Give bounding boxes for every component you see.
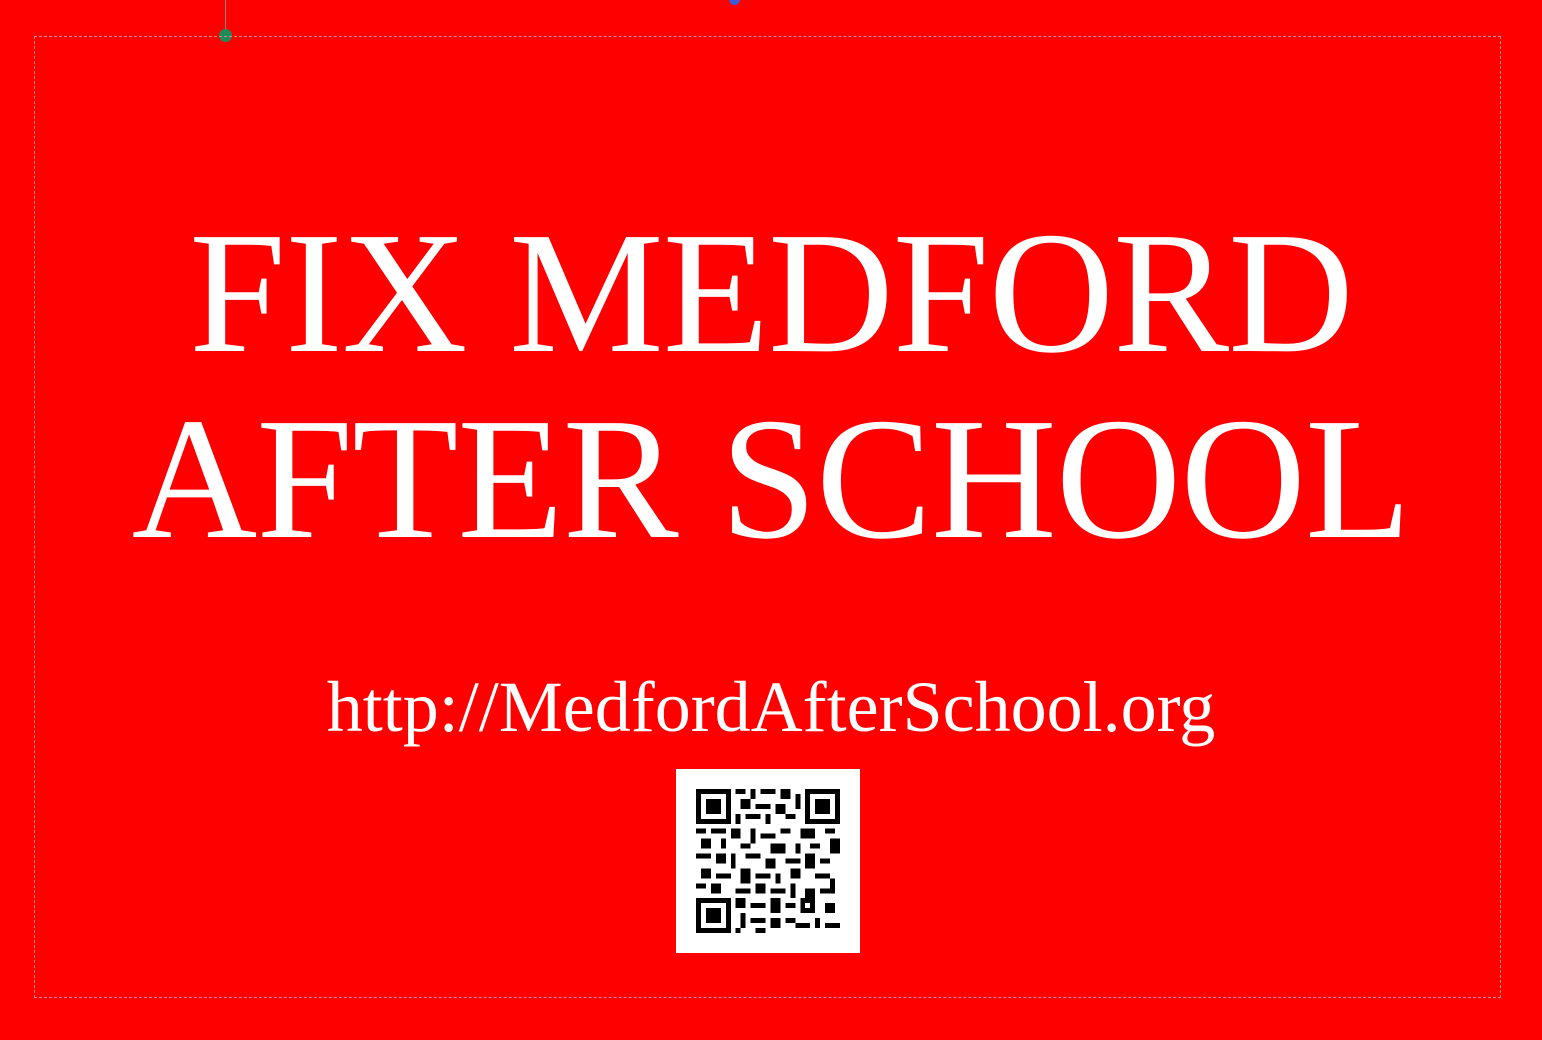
resize-handle-top[interactable] xyxy=(729,0,740,5)
poster-headline[interactable]: FIX MEDFORD AFTER SCHOOL xyxy=(0,200,1542,572)
qr-code-icon xyxy=(696,789,840,933)
website-url-text[interactable]: http://MedfordAfterSchool.org xyxy=(0,665,1542,749)
design-canvas: FIX MEDFORD AFTER SCHOOL http://MedfordA… xyxy=(0,0,1542,1040)
headline-line-1: FIX MEDFORD xyxy=(189,196,1354,389)
qr-code[interactable] xyxy=(676,769,860,953)
headline-line-2: AFTER SCHOOL xyxy=(131,382,1412,575)
